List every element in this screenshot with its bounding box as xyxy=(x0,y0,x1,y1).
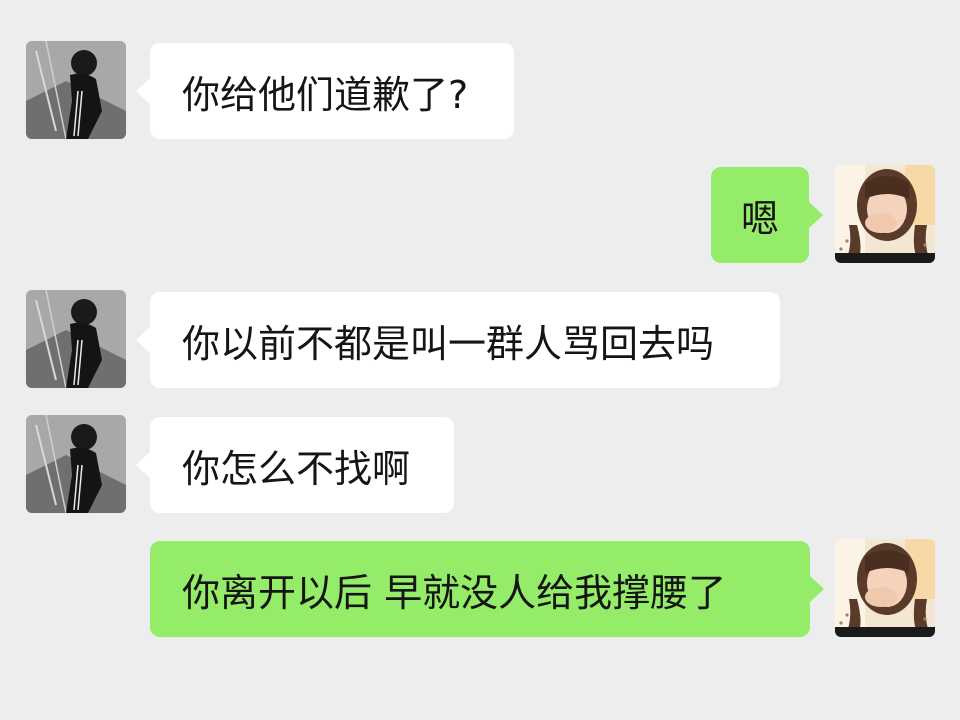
chat-conversation: 你给他们道歉了? 嗯 你以前不都是叫一群人骂回去吗 你怎么不找啊 你离开以后 早… xyxy=(0,0,960,720)
contact-avatar[interactable] xyxy=(26,290,126,388)
incoming-message-bubble[interactable]: 你怎么不找啊 xyxy=(136,417,454,513)
girl-avatar-image xyxy=(835,539,935,637)
contact-avatar[interactable] xyxy=(26,41,126,139)
message-text: 你怎么不找啊 xyxy=(182,446,411,491)
message-text: 你以前不都是叫一群人骂回去吗 xyxy=(182,321,715,366)
self-avatar[interactable] xyxy=(835,165,935,263)
girl-avatar-image xyxy=(835,165,935,263)
boy-avatar-image xyxy=(26,290,126,388)
message-text: 你给他们道歉了? xyxy=(182,72,469,117)
boy-avatar-image xyxy=(26,41,126,139)
contact-avatar[interactable] xyxy=(26,415,126,513)
incoming-message-bubble[interactable]: 你以前不都是叫一群人骂回去吗 xyxy=(136,292,780,388)
message-text: 嗯 xyxy=(740,196,779,241)
boy-avatar-image xyxy=(26,415,126,513)
message-text: 你离开以后 早就没人给我撑腰了 xyxy=(182,570,727,615)
self-avatar[interactable] xyxy=(835,539,935,637)
incoming-message-bubble[interactable]: 你给他们道歉了? xyxy=(136,43,514,139)
outgoing-message-bubble[interactable]: 嗯 xyxy=(711,167,823,263)
outgoing-message-bubble[interactable]: 你离开以后 早就没人给我撑腰了 xyxy=(150,541,824,637)
